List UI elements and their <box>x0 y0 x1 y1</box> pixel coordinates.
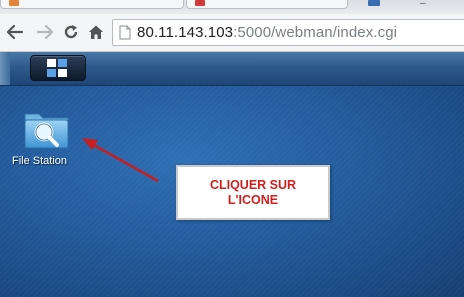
url-host: 80.11.143.103 <box>137 24 234 41</box>
url-text: 80.11.143.103:5000/webman/index.cgi <box>137 24 397 41</box>
browser-tab[interactable] <box>0 0 184 9</box>
reload-icon <box>64 25 78 39</box>
annotation-callout: CLIQUER SUR L'ICONE <box>176 165 330 220</box>
forward-button[interactable] <box>36 21 54 43</box>
page-icon <box>119 25 131 40</box>
annotation-text: CLIQUER SUR L'ICONE <box>209 177 297 207</box>
browser-tab[interactable] <box>186 0 348 9</box>
forward-arrow-icon <box>37 25 53 39</box>
home-button[interactable] <box>87 21 105 43</box>
taskbar-edge <box>0 52 10 85</box>
tab-favicon[interactable] <box>368 0 380 6</box>
address-bar[interactable]: 80.11.143.103:5000/webman/index.cgi <box>112 19 464 46</box>
dsm-desktop: File Station CLIQUER SUR L'ICONE <box>0 86 464 297</box>
dsm-taskbar <box>0 52 464 86</box>
minimize-window-button[interactable]: – <box>420 0 426 9</box>
main-menu-grid-icon <box>47 59 67 77</box>
main-menu-button[interactable] <box>30 55 86 81</box>
reload-button[interactable] <box>62 21 80 43</box>
browser-tab-strip: – <box>0 0 464 14</box>
home-icon <box>89 25 103 39</box>
url-path: :5000/webman/index.cgi <box>233 24 398 41</box>
tab-favicon <box>9 0 19 6</box>
back-arrow-icon <box>7 25 23 39</box>
browser-toolbar: 80.11.143.103:5000/webman/index.cgi <box>0 14 464 52</box>
back-button[interactable] <box>6 21 24 43</box>
tab-favicon <box>195 0 205 6</box>
